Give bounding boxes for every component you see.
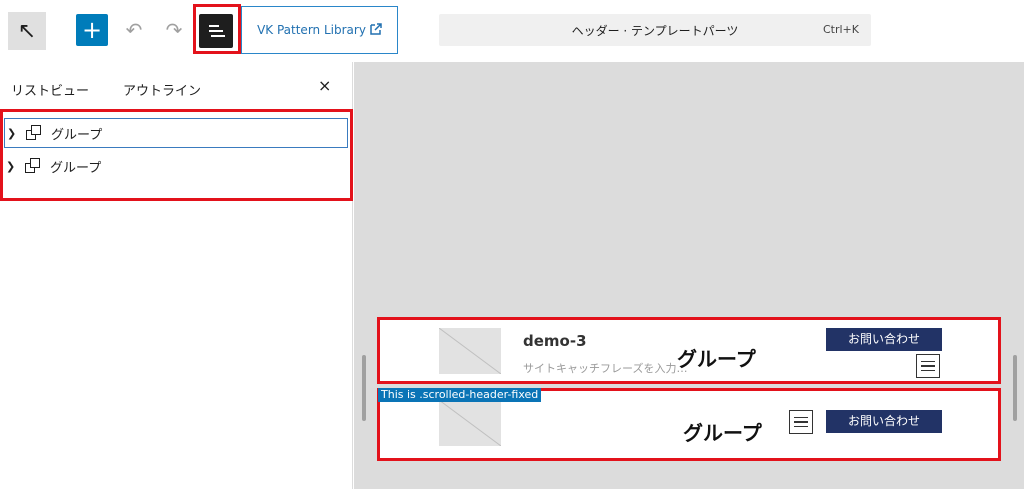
list-view-panel: リストビュー アウトライン × ❯ グループ ❯ グループ xyxy=(0,62,353,489)
list-item-label: グループ xyxy=(51,127,103,143)
hamburger-menu-icon[interactable] xyxy=(789,410,813,434)
contact-button[interactable]: お問い合わせ xyxy=(826,410,942,433)
command-palette-search[interactable]: ヘッダー · テンプレートパーツ Ctrl+K xyxy=(439,14,871,46)
shortcut-hint: Ctrl+K xyxy=(822,23,859,36)
add-block-button[interactable]: + xyxy=(76,14,108,46)
chevron-right-icon[interactable]: ❯ xyxy=(7,127,23,140)
undo-icon[interactable]: ↶ xyxy=(120,16,148,44)
list-item[interactable]: ❯ グループ xyxy=(4,118,348,148)
site-title[interactable]: demo-3 xyxy=(523,332,587,350)
group-block-icon xyxy=(25,125,43,141)
site-tagline[interactable]: サイトキャッチフレーズを入力… xyxy=(523,360,687,376)
close-icon[interactable]: × xyxy=(318,76,331,95)
vk-pattern-library-label: VK Pattern Library xyxy=(257,23,366,37)
tab-list-view[interactable]: リストビュー xyxy=(11,80,89,99)
document-title: ヘッダー · テンプレートパーツ xyxy=(571,24,739,38)
group-block-label: グループ xyxy=(683,421,762,445)
group-block-label: グループ xyxy=(677,347,756,371)
scrolled-header-fixed-note: This is .scrolled-header-fixed xyxy=(378,388,542,402)
list-item[interactable]: ❯ グループ xyxy=(4,151,348,181)
redo-icon[interactable]: ↷ xyxy=(160,16,188,44)
site-logo-placeholder[interactable] xyxy=(439,400,501,446)
resize-handle-left[interactable] xyxy=(362,355,366,421)
panel-tabs: リストビュー アウトライン × xyxy=(0,62,353,112)
list-item-label: グループ xyxy=(50,160,102,176)
resize-handle-right[interactable] xyxy=(1013,355,1017,421)
chevron-right-icon[interactable]: ❯ xyxy=(6,160,22,173)
contact-button[interactable]: お問い合わせ xyxy=(826,328,942,351)
group-block-icon xyxy=(24,158,42,174)
tab-outline[interactable]: アウトライン xyxy=(123,80,201,99)
list-view-button[interactable] xyxy=(199,14,233,48)
vk-pattern-library-button[interactable]: VK Pattern Library xyxy=(241,6,398,54)
site-logo-placeholder[interactable] xyxy=(439,328,501,374)
hamburger-menu-icon[interactable] xyxy=(916,354,940,378)
external-link-icon xyxy=(370,22,382,38)
editor-toolbar: ↖ + ↶ ↷ VK Pattern Library ヘッダー · テンプレート… xyxy=(0,0,1024,62)
select-tool-arrow-icon[interactable]: ↖ xyxy=(8,12,46,50)
